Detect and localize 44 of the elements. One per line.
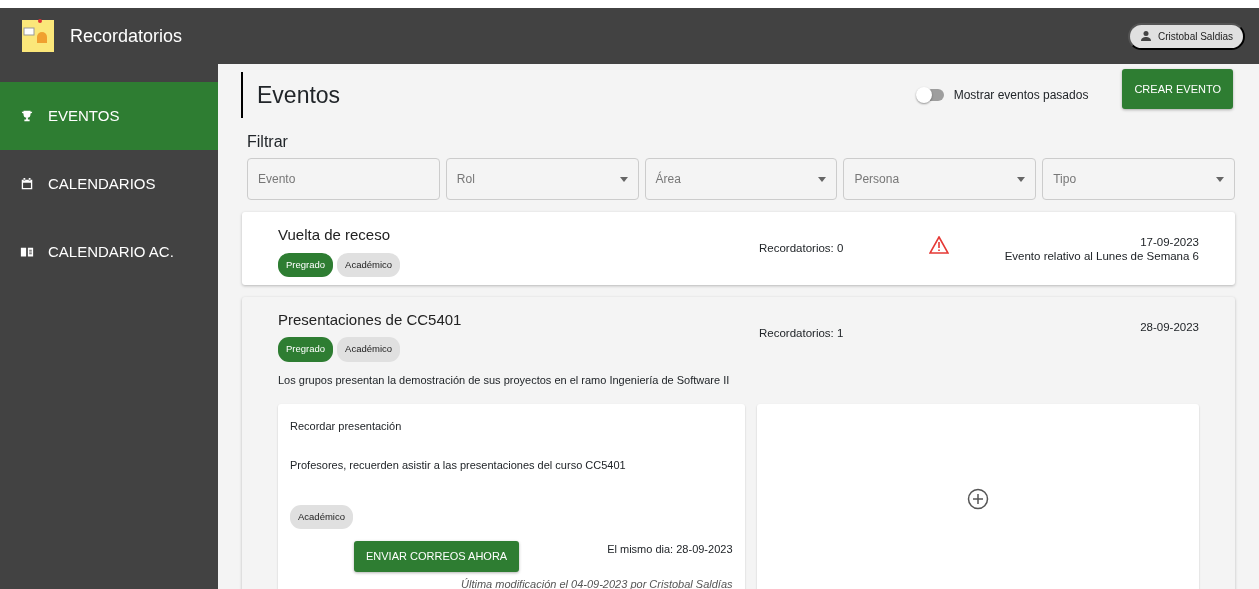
event-date: 28-09-2023 (1139, 320, 1199, 335)
sidebar-item[interactable]: CALENDARIOS (0, 150, 218, 218)
sidebar-item[interactable]: EVENTOS (0, 82, 218, 150)
send-emails-button[interactable]: ENVIAR CORREOS AHORA (354, 541, 520, 572)
dropdown-field[interactable]: Rol (445, 158, 639, 200)
caret-icon (1017, 176, 1026, 182)
event-title: Vuelta de receso (278, 225, 392, 245)
book-icon (20, 245, 34, 259)
dropdown-field[interactable]: Área (644, 158, 838, 200)
tag: Académico (337, 337, 401, 362)
dropdown-field[interactable]: Persona (843, 158, 1037, 200)
caret-icon (1216, 176, 1224, 182)
caret-icon (619, 176, 628, 182)
reminder-message: Profesores, recuerden asistir a las presentaciones del curso CC5401 (290, 457, 627, 473)
event-card[interactable]: Vuelta de receso Pregrado Académico Recordatorios: 0 17-09-2023 Evento relativo al Lunes de Semana 6 (242, 212, 1235, 285)
person-icon (1139, 30, 1152, 42)
trophy-icon (20, 109, 34, 123)
tag: Académico (337, 252, 401, 277)
reminder-title: Recordar presentación (290, 419, 403, 434)
reminder-date: El mismo dia: 28-09-2023 (607, 542, 733, 558)
calendar-icon (20, 177, 34, 191)
reminder-count: Recordatorios: 1 (759, 325, 845, 341)
create-event-button[interactable]: CREAR EVENTO (1122, 69, 1233, 109)
event-date: 17-09-2023 (1139, 236, 1199, 250)
caret-icon (818, 176, 827, 182)
plus-circle-icon (966, 488, 989, 510)
sidebar-item[interactable]: CALENDARIO AC. (0, 218, 218, 286)
logo-icon (20, 18, 56, 54)
dropdown-field[interactable]: Tipo (1042, 158, 1235, 200)
tag: Pregrado (278, 252, 334, 277)
page-title: Eventos (257, 80, 341, 110)
event-title: Presentaciones de CC5401 (278, 309, 462, 330)
search-field[interactable]: Evento (247, 158, 440, 200)
event-description: Los grupos presentan la demostración de sus proyectos en el ramo Ingeniería de Software II (278, 372, 731, 388)
event-date: Evento relativo al Lunes de Semana 6 (1003, 249, 1199, 264)
user-button[interactable]: Cristobal Saldias (1127, 22, 1245, 50)
toggle-label: Mostrar eventos pasados (953, 87, 1089, 104)
event-card[interactable] (242, 296, 1235, 589)
tag: Pregrado (278, 337, 334, 362)
tag: Académico (290, 505, 353, 530)
app-title: Recordatorios (70, 24, 183, 48)
reminder-count: Recordatorios: 0 (759, 241, 845, 256)
toggle-switch[interactable] (917, 89, 944, 101)
filter-heading: Filtrar (247, 132, 289, 152)
